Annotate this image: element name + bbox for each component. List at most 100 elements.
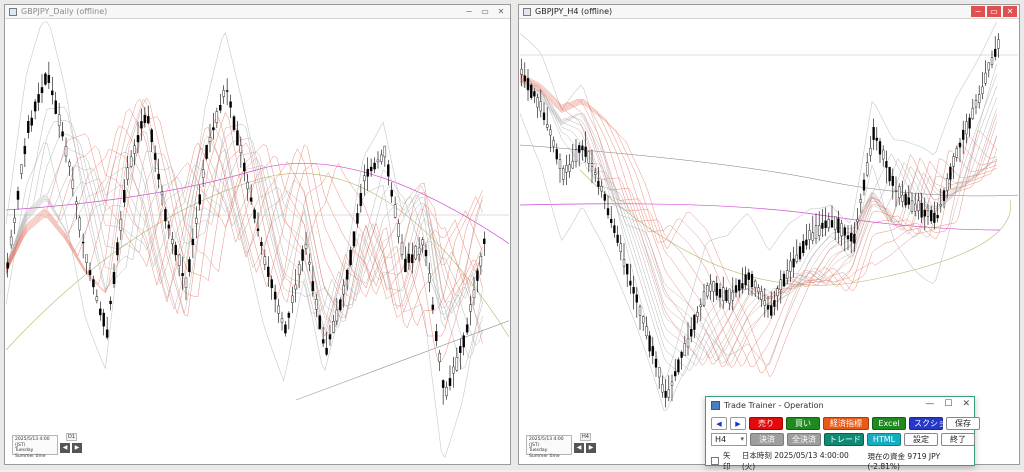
candle-body [603, 194, 606, 201]
candle-body [888, 166, 891, 182]
minimize-button[interactable]: − [462, 6, 476, 17]
h4-chart-titlebar[interactable]: GBPJPY_H4 (offline) − ▭ ✕ [519, 5, 1019, 19]
candle-body [709, 283, 712, 292]
ma-gray-line [520, 73, 998, 377]
candle-body [253, 209, 256, 219]
minimize-icon[interactable]: — [925, 399, 934, 409]
arrow-checkbox[interactable] [711, 457, 719, 465]
trade-button[interactable]: トレード [824, 433, 864, 446]
candle-body [626, 263, 629, 275]
candle-body [143, 114, 147, 124]
candle-body [373, 162, 376, 170]
save-button[interactable]: 保存 [946, 417, 980, 430]
candle-body [44, 73, 47, 85]
scroll-left-icon[interactable]: ◀ [60, 443, 70, 453]
settle-all-button[interactable]: 全決済 [787, 433, 821, 446]
timeframe-select[interactable]: H4 [711, 433, 747, 446]
candle-body [914, 203, 917, 212]
candle-body [380, 154, 383, 162]
candle-body [821, 222, 824, 229]
maximize-button[interactable]: ▭ [478, 6, 492, 17]
daily-price-chart [6, 21, 509, 458]
candle-body [157, 173, 160, 180]
daily-chart-plot[interactable]: 2025/5/13 4:00 (JST) Tuesday Summer time… [6, 20, 509, 463]
candle-body [776, 288, 779, 297]
scroll-right-icon[interactable]: ▶ [586, 443, 596, 453]
candle-body [428, 273, 431, 283]
scroll-left-icon[interactable]: ◀ [574, 443, 584, 453]
maximize-button[interactable]: ▭ [987, 6, 1001, 17]
maximize-icon[interactable]: ☐ [944, 399, 952, 409]
trade-trainer-panel[interactable]: Trade Trainer - Operation — ☐ ✕ ◀ ▶ 売り 買… [705, 396, 980, 471]
candle-body [75, 201, 78, 205]
daily-time-info: 2025/5/13 4:00 (JST) Tuesday Summer time [12, 435, 58, 459]
candle-body [622, 259, 626, 267]
screenshot-button[interactable]: スクショ [909, 417, 946, 430]
candle-body [9, 236, 13, 246]
close-button[interactable]: ✕ [1003, 6, 1017, 17]
candle-body [339, 299, 342, 311]
candle-body [792, 258, 795, 268]
candle-body [390, 189, 393, 197]
candle-body [840, 223, 843, 237]
candle-body [555, 149, 558, 160]
buy-button[interactable]: 買い [786, 417, 820, 430]
candle-body [872, 127, 875, 140]
ma-red-line [6, 126, 483, 318]
candle-body [263, 256, 267, 265]
candle-body [167, 224, 171, 229]
candle-body [33, 101, 37, 112]
daily-chart-window[interactable]: GBPJPY_Daily (offline) − ▭ ✕ 2025/5/13 4… [4, 4, 511, 465]
sell-button[interactable]: 売り [749, 417, 783, 430]
trade-trainer-titlebar[interactable]: Trade Trainer - Operation — ☐ ✕ [706, 397, 974, 413]
candle-body [129, 156, 133, 167]
candle-body [404, 258, 407, 273]
candle-body [47, 74, 51, 83]
candle-body [590, 163, 594, 167]
candle-body [885, 161, 888, 168]
candle-body [802, 241, 805, 254]
minimize-button[interactable]: − [971, 6, 985, 17]
candle-body [356, 213, 359, 224]
prev-bar-button[interactable]: ◀ [711, 417, 727, 430]
daily-chart-titlebar[interactable]: GBPJPY_Daily (offline) − ▭ ✕ [5, 5, 510, 19]
candle-body [674, 371, 677, 377]
candle-body [342, 284, 345, 295]
economic-indicators-button[interactable]: 経済指標 [823, 417, 869, 430]
ma-gray-line [520, 76, 998, 366]
candle-body [994, 48, 997, 57]
ma-gray-line [520, 80, 998, 361]
next-bar-button[interactable]: ▶ [730, 417, 746, 430]
candle-body [722, 287, 725, 301]
info-line: 2025/5/13 4:00 (JST) [529, 437, 564, 448]
candle-body [16, 190, 20, 200]
candle-body [208, 137, 212, 142]
candle-body [520, 68, 523, 75]
excel-button[interactable]: Excel [872, 417, 906, 430]
candle-body [789, 260, 792, 272]
candle-body [549, 129, 552, 136]
close-icon[interactable]: ✕ [962, 399, 970, 409]
candle-body [690, 329, 693, 337]
candle-body [974, 99, 978, 108]
candle-body [574, 149, 578, 162]
candle-body [558, 159, 562, 169]
ma-red-line [520, 74, 998, 365]
settings-button[interactable]: 設定 [904, 433, 938, 446]
candle-body [942, 190, 946, 201]
candle-body [600, 185, 603, 192]
settle-button[interactable]: 決済 [750, 433, 784, 446]
html-button[interactable]: HTML [867, 433, 901, 446]
candle-body [584, 146, 587, 157]
candle-body [981, 86, 984, 94]
close-button[interactable]: ✕ [494, 6, 508, 17]
candle-body [670, 381, 674, 386]
exit-button[interactable]: 終了 [941, 433, 975, 446]
candle-body [280, 318, 284, 323]
candle-body [37, 94, 40, 103]
candle-body [786, 270, 789, 279]
candle-body [542, 112, 546, 120]
scroll-right-icon[interactable]: ▶ [72, 443, 82, 453]
candle-body [136, 135, 140, 143]
candle-body [878, 141, 882, 155]
